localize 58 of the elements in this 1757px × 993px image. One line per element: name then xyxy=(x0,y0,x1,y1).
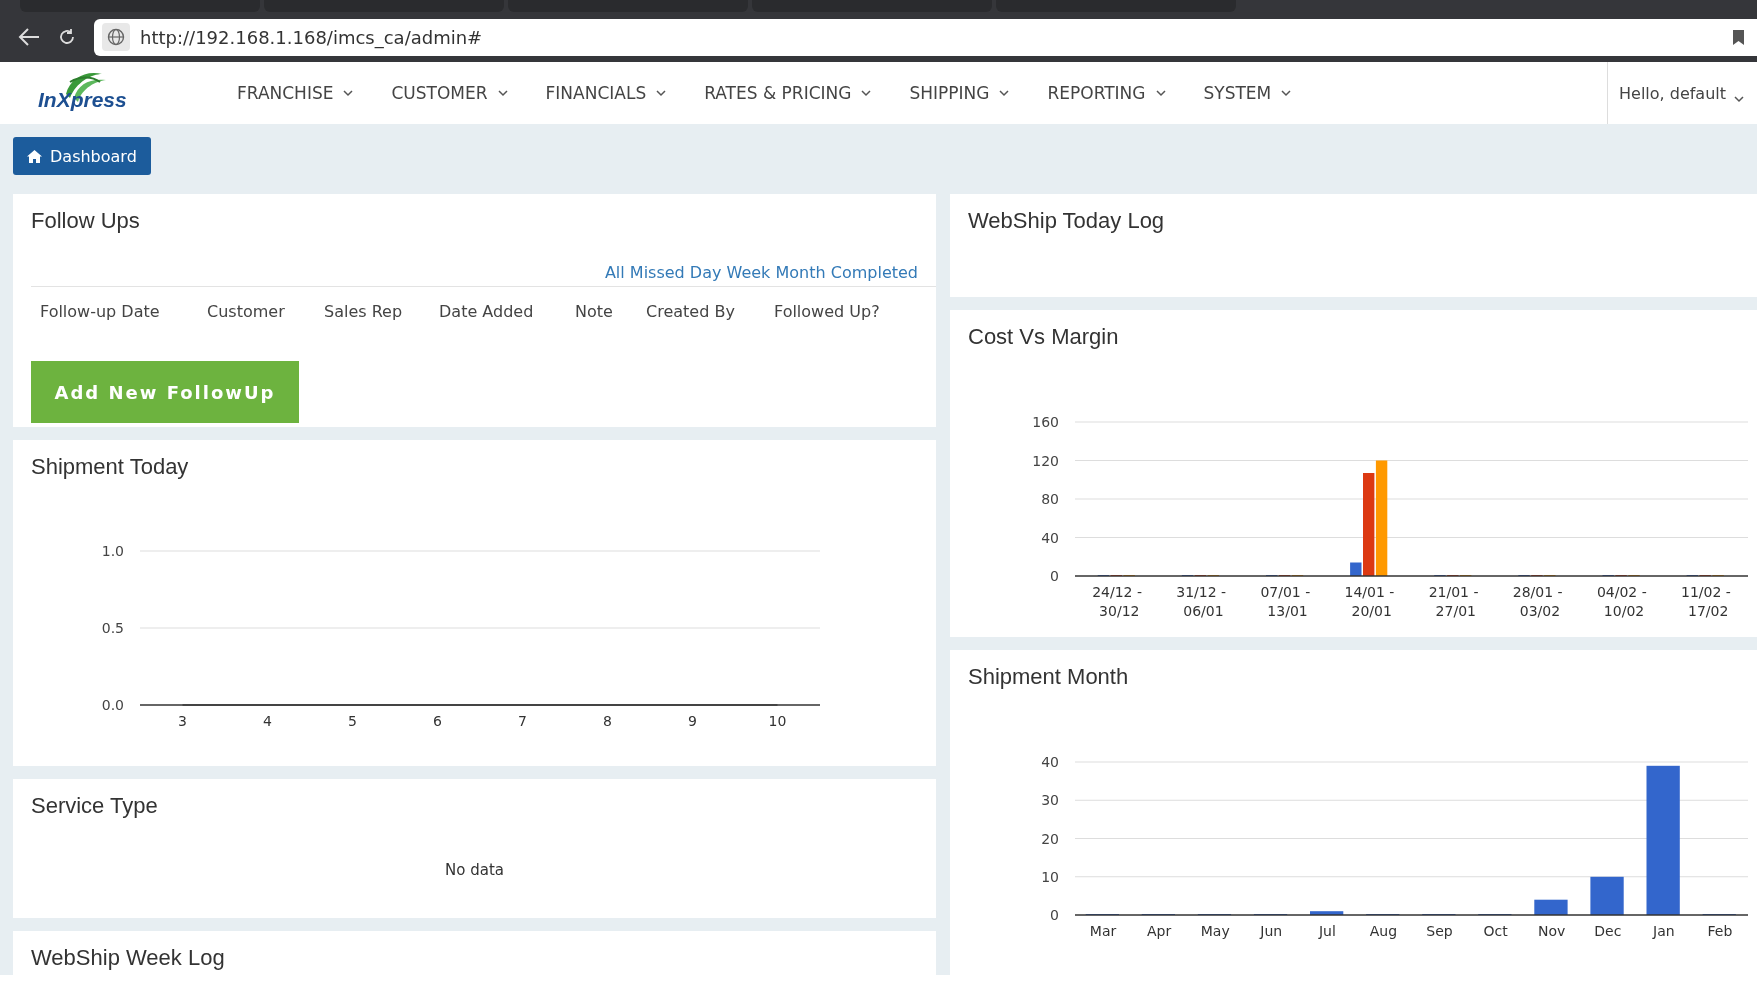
axis-tick-label: 7 xyxy=(518,713,527,729)
axis-tick-label: May xyxy=(1200,923,1230,939)
axis-tick-label: Mar xyxy=(1089,923,1117,939)
axis-tick-label: 40 xyxy=(1041,529,1059,546)
axis-tick-label: 21/01 - 27/01 xyxy=(1428,584,1479,619)
panel-title: Follow Ups xyxy=(31,207,140,235)
axis-tick-label: Jun xyxy=(1260,923,1283,939)
axis-tick-label: 28/01 - 03/02 xyxy=(1512,584,1563,619)
axis-tick-label: 11/02 - 17/02 xyxy=(1681,584,1731,619)
axis-tick-label: 04/02 - 10/02 xyxy=(1596,584,1647,619)
axis-tick-label: Jan xyxy=(1653,923,1675,939)
axis-tick-label: 30 xyxy=(1041,792,1059,809)
axis-tick-label: Apr xyxy=(1147,923,1172,939)
axis-tick-label: Aug xyxy=(1369,923,1398,939)
panel-title: Shipment Today xyxy=(31,453,189,481)
axis-tick-label: 10 xyxy=(768,713,787,729)
axis-tick-label: 20 xyxy=(1041,830,1059,847)
axis-tick-label: 9 xyxy=(688,713,697,729)
panel-title: Service Type xyxy=(31,792,158,820)
axis-tick-label: Dec xyxy=(1594,923,1622,939)
axis-tick-label: 24/12 - 30/12 xyxy=(1092,584,1142,619)
panel-title: WebShip Week Log xyxy=(31,944,225,972)
axis-tick-label: 0 xyxy=(1050,907,1059,923)
axis-tick-label: Feb xyxy=(1707,923,1733,939)
panel-title: Cost Vs Margin xyxy=(968,323,1119,351)
axis-tick-label: 0 xyxy=(1050,568,1059,584)
axis-tick-label: 5 xyxy=(348,713,357,729)
column-header: Followed Up? xyxy=(774,301,880,321)
axis-tick-label: 80 xyxy=(1041,491,1059,507)
axis-tick-label: Sep xyxy=(1426,923,1453,939)
axis-tick-label: Nov xyxy=(1538,923,1566,939)
column-header: Sales Rep xyxy=(324,301,404,321)
axis-tick-label: 4 xyxy=(263,713,272,729)
axis-tick-label: Oct xyxy=(1483,923,1508,939)
axis-tick-label: 14/01 - 20/01 xyxy=(1344,584,1395,619)
column-header: Created By xyxy=(646,301,736,321)
axis-tick-label: 10 xyxy=(1041,868,1059,885)
axis-tick-label: 0.5 xyxy=(101,620,124,636)
axis-tick-label: 40 xyxy=(1041,754,1059,770)
axis-tick-label: 120 xyxy=(1032,452,1059,469)
axis-tick-label: 3 xyxy=(178,713,187,729)
panel-title: Shipment Month xyxy=(968,663,1129,691)
url-text: http://192.168.1.168/imcs_ca/admin# xyxy=(140,26,484,48)
empty-message: No data xyxy=(444,861,505,879)
column-header: Date Added xyxy=(439,301,535,321)
axis-tick-label: 6 xyxy=(433,713,442,729)
axis-tick-label: 0.0 xyxy=(101,697,124,713)
column-header: Note xyxy=(575,301,614,321)
column-header: Follow-up Date xyxy=(40,301,161,321)
column-header: Customer xyxy=(207,301,286,321)
axis-tick-label: 31/12 - 06/01 xyxy=(1176,584,1227,619)
axis-tick-label: 160 xyxy=(1032,414,1059,430)
panel-title: WebShip Today Log xyxy=(968,207,1165,235)
logo-text: InXpress xyxy=(38,88,127,113)
axis-tick-label: Jul xyxy=(1318,923,1336,939)
axis-tick-label: 1.0 xyxy=(101,543,124,559)
axis-tick-label: 07/01 - 13/01 xyxy=(1260,584,1311,619)
axis-tick-label: 8 xyxy=(603,713,612,729)
